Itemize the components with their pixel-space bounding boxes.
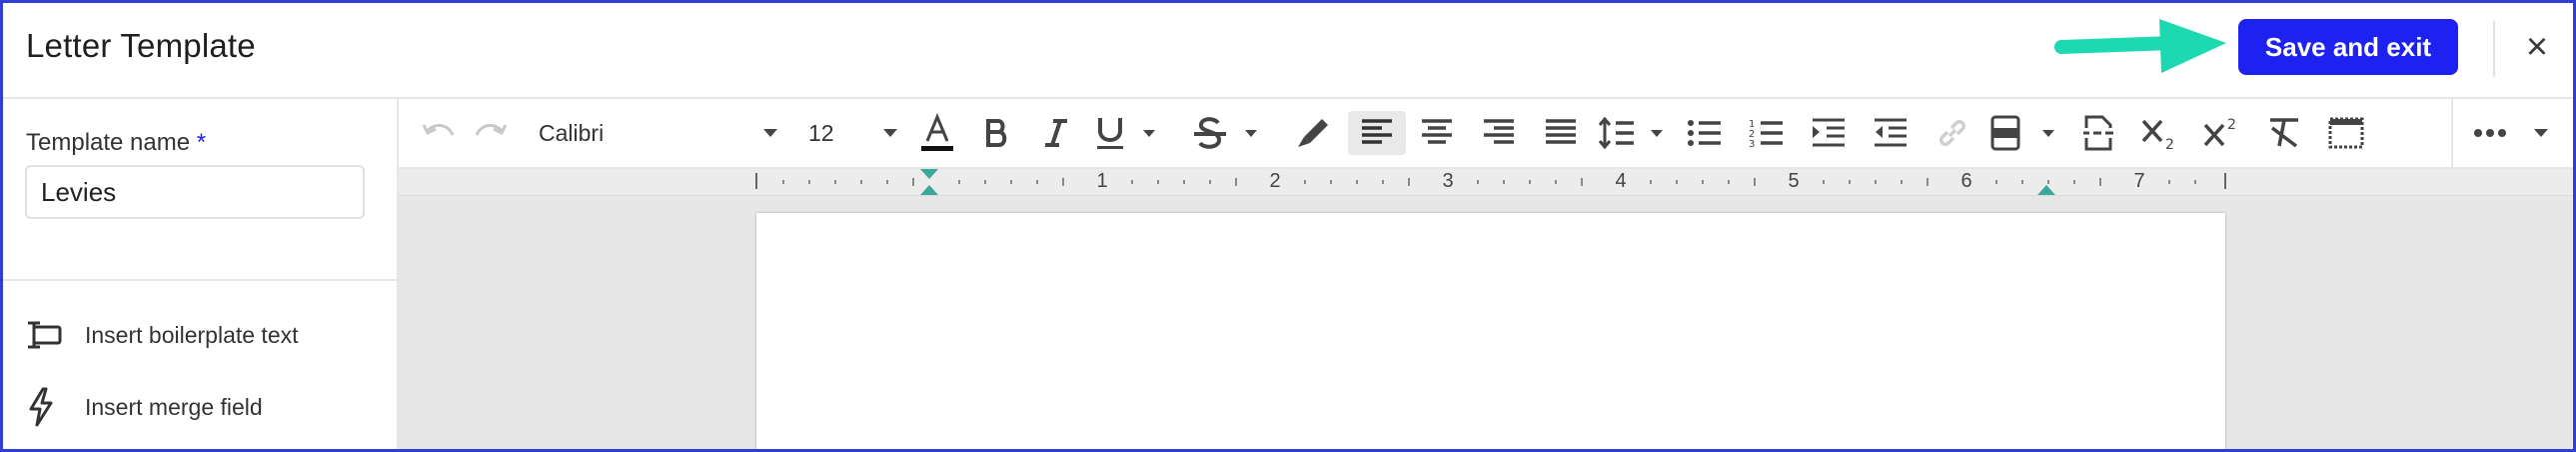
chevron-down-icon (883, 129, 897, 137)
redo-icon[interactable] (467, 111, 513, 155)
header-divider (2493, 21, 2495, 77)
ruler-number: 6 (1960, 170, 1972, 192)
template-name-label: Template name * (26, 129, 206, 157)
page-break-icon[interactable] (2073, 111, 2123, 155)
align-right-icon[interactable] (1474, 111, 1524, 155)
chevron-down-icon (763, 129, 777, 137)
insert-merge-field-button[interactable]: Insert merge field (25, 387, 263, 427)
font-size-select[interactable]: 12 (808, 111, 898, 155)
formatting-toolbar: Calibri 12 1 2 3 2 2 (399, 99, 2573, 169)
editor-area: 1 2 3 4 5 6 7 (399, 169, 2573, 449)
ruler-number: 7 (2133, 170, 2145, 192)
font-family-select[interactable]: Calibri (539, 111, 778, 155)
superscript-icon[interactable]: 2 (2197, 111, 2247, 155)
dialog-title: Letter Template (26, 27, 256, 64)
insert-boilerplate-label: Insert boilerplate text (85, 321, 299, 348)
sidebar-divider (3, 279, 397, 281)
sidebar: Template name * Levies Insert boilerplat… (3, 99, 399, 449)
outdent-icon[interactable] (1866, 111, 1916, 155)
strikethrough-icon[interactable] (1192, 111, 1258, 155)
link-icon[interactable] (1928, 111, 1977, 155)
dialog-header: Letter Template Save and exit × (3, 3, 2573, 99)
highlight-icon[interactable] (1290, 111, 1336, 155)
more-icon[interactable] (2473, 111, 2549, 155)
chevron-down-icon (1651, 129, 1663, 137)
boilerplate-icon (25, 315, 65, 355)
undo-icon[interactable] (417, 111, 463, 155)
ruler-number: 4 (1615, 170, 1627, 192)
header-footer-icon[interactable] (1989, 111, 2055, 155)
chevron-down-icon (1245, 129, 1257, 137)
close-icon[interactable]: × (2517, 27, 2557, 67)
ruler-number: 1 (1096, 170, 1108, 192)
numbered-list-icon[interactable]: 123 (1742, 111, 1792, 155)
insert-merge-field-label: Insert merge field (85, 393, 263, 420)
lightning-icon (25, 387, 65, 427)
ruler[interactable]: 1 2 3 4 5 6 7 (399, 169, 2573, 196)
font-size-value: 12 (808, 119, 834, 146)
svg-text:2: 2 (2165, 137, 2174, 151)
align-left-icon[interactable] (1348, 111, 1406, 155)
bullet-list-icon[interactable] (1680, 111, 1730, 155)
subscript-icon[interactable]: 2 (2135, 111, 2185, 155)
underline-icon[interactable] (1094, 111, 1156, 155)
template-name-label-text: Template name (26, 129, 191, 156)
svg-text:3: 3 (1749, 139, 1755, 149)
ruler-number: 5 (1788, 170, 1800, 192)
toolbar-divider (2451, 99, 2453, 167)
clear-formatting-icon[interactable] (2259, 111, 2309, 155)
indent-icon[interactable] (1804, 111, 1854, 155)
save-and-exit-button[interactable]: Save and exit (2238, 19, 2458, 75)
insert-boilerplate-text-button[interactable]: Insert boilerplate text (25, 315, 299, 355)
align-center-icon[interactable] (1412, 111, 1462, 155)
chevron-down-icon (2042, 129, 2054, 137)
chevron-down-icon (2534, 129, 2548, 137)
ruler-number: 3 (1442, 170, 1454, 192)
annotation-arrow-icon (2054, 19, 2226, 73)
italic-icon[interactable] (1034, 111, 1078, 155)
required-marker: * (196, 129, 207, 156)
letter-template-dialog: Letter Template Save and exit × Template… (0, 0, 2576, 452)
chevron-down-icon (1143, 129, 1155, 137)
text-color-icon[interactable] (914, 111, 960, 155)
line-spacing-icon[interactable] (1598, 111, 1664, 155)
justify-icon[interactable] (1536, 111, 1586, 155)
ruler-ticks (755, 169, 2226, 195)
ruler-number: 2 (1269, 170, 1281, 192)
bold-icon[interactable] (974, 111, 1018, 155)
font-family-value: Calibri (539, 119, 605, 146)
template-name-input[interactable]: Levies (25, 165, 365, 219)
svg-text:2: 2 (2227, 117, 2236, 133)
table-icon[interactable] (2321, 111, 2371, 155)
document-page[interactable] (756, 213, 2225, 449)
